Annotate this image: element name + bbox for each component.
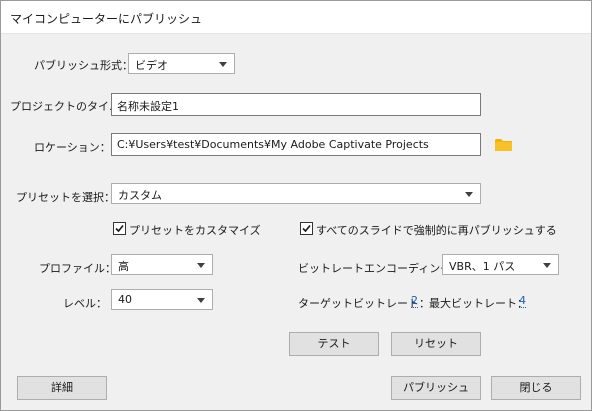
checkmark-icon: [115, 224, 124, 233]
location-label: ロケーション：: [34, 141, 111, 154]
profile-value: 高: [118, 260, 129, 273]
bitrate-encoding-label: ビットレートエンコーディング：: [298, 262, 463, 275]
max-bitrate-label: 最大ビットレート：: [429, 297, 528, 310]
checkmark-icon: [302, 224, 311, 233]
max-bitrate-value[interactable]: 4: [519, 295, 526, 308]
level-dropdown[interactable]: 40: [111, 289, 213, 310]
project-title-value: 名称未設定1: [117, 100, 179, 113]
format-dropdown[interactable]: ビデオ: [128, 53, 235, 74]
publish-dialog: マイコンピューターにパブリッシュ パブリッシュ形式： ビデオ プロジェクトのタイ…: [0, 0, 592, 411]
title-bar: マイコンピューターにパブリッシュ: [1, 1, 591, 34]
close-button[interactable]: 閉じる: [491, 376, 581, 400]
force-republish-checkbox[interactable]: [300, 222, 313, 235]
chevron-down-icon: [197, 298, 205, 303]
level-label: レベル：: [63, 297, 107, 310]
preset-dropdown[interactable]: カスタム: [111, 183, 481, 204]
chevron-down-icon: [543, 263, 551, 268]
details-button[interactable]: 詳細: [17, 376, 107, 400]
preset-value: カスタム: [118, 189, 162, 202]
project-title-field[interactable]: 名称未設定1: [111, 93, 481, 116]
format-label: パブリッシュ形式：: [34, 59, 133, 72]
folder-icon[interactable]: [495, 138, 513, 152]
test-button[interactable]: テスト: [289, 332, 379, 356]
chevron-down-icon: [219, 62, 227, 67]
customize-preset-checkbox[interactable]: [113, 222, 126, 235]
chevron-down-icon: [465, 192, 473, 197]
window-title: マイコンピューターにパブリッシュ: [10, 12, 203, 26]
level-value: 40: [118, 293, 132, 306]
bitrate-encoding-dropdown[interactable]: VBR、1 パス: [442, 254, 559, 275]
bitrate-encoding-value: VBR、1 パス: [449, 260, 516, 273]
profile-label: プロファイル：: [39, 262, 116, 275]
location-value: C:¥Users¥test¥Documents¥My Adobe Captiva…: [117, 138, 429, 151]
format-value: ビデオ: [135, 59, 168, 72]
target-bitrate-value[interactable]: 2: [411, 295, 418, 308]
profile-dropdown[interactable]: 高: [111, 254, 213, 275]
project-title-label: プロジェクトのタイ...: [10, 100, 120, 113]
reset-button[interactable]: リセット: [391, 332, 481, 356]
chevron-down-icon: [197, 263, 205, 268]
customize-preset-label: プリセットをカスタマイズ: [129, 224, 261, 237]
location-field[interactable]: C:¥Users¥test¥Documents¥My Adobe Captiva…: [111, 133, 481, 156]
publish-button[interactable]: パブリッシュ: [391, 376, 481, 400]
preset-label: プリセットを選択：: [16, 191, 115, 204]
force-republish-label: すべてのスライドで強制的に再パブリッシュする: [316, 224, 557, 237]
